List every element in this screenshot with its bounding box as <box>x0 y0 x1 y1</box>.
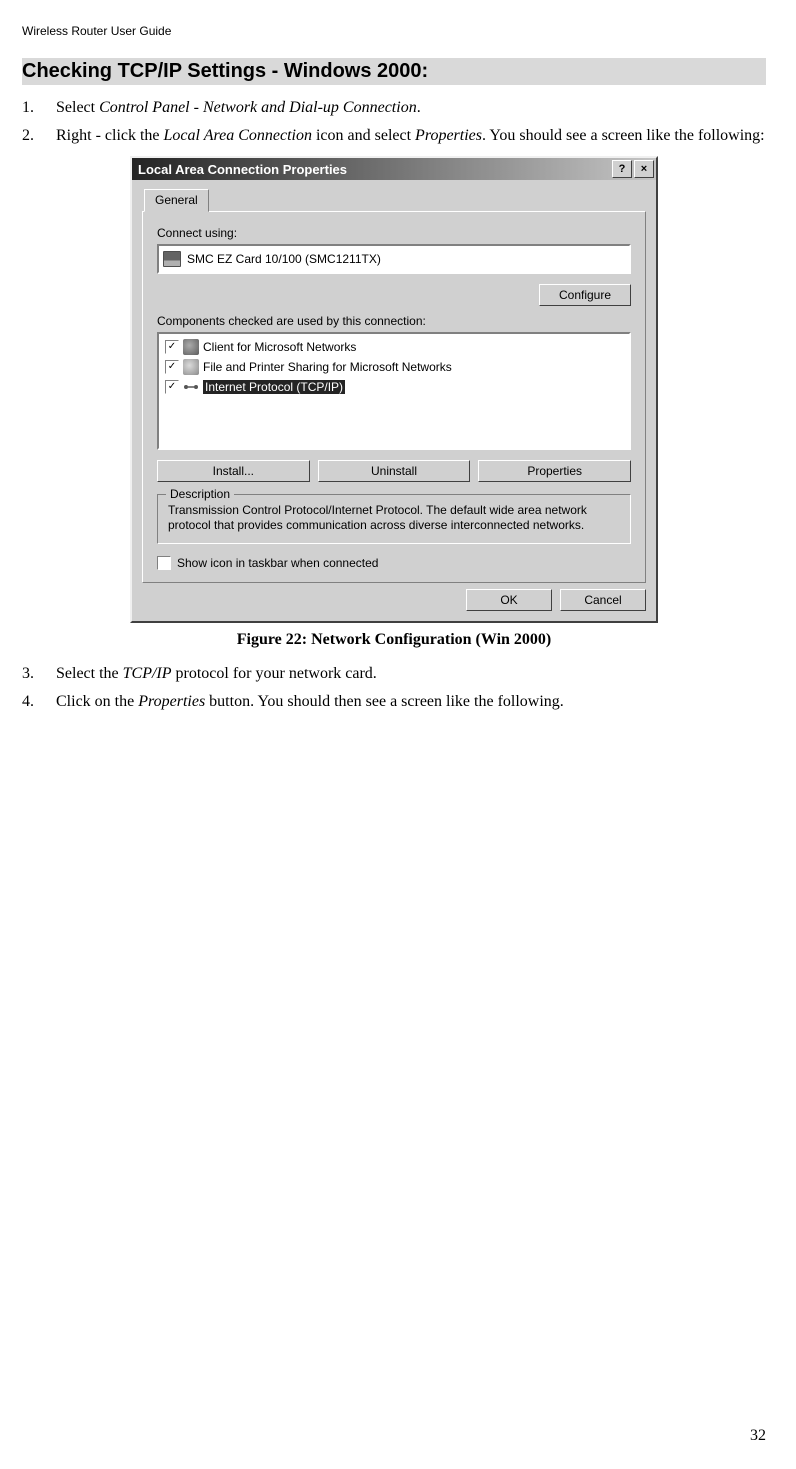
section-heading: Checking TCP/IP Settings - Windows 2000: <box>22 58 766 85</box>
steps-list-continued: 3. Select the TCP/IP protocol for your n… <box>22 663 766 712</box>
component-item-client[interactable]: ✓ Client for Microsoft Networks <box>163 337 625 357</box>
uninstall-button[interactable]: Uninstall <box>318 460 471 482</box>
step-body: Select the TCP/IP protocol for your netw… <box>56 663 766 685</box>
dialog-titlebar[interactable]: Local Area Connection Properties ? × <box>132 158 656 180</box>
step-em: Properties <box>138 693 205 710</box>
sharing-icon <box>183 359 199 375</box>
configure-button[interactable]: Configure <box>539 284 631 306</box>
step-body: Click on the Properties button. You shou… <box>56 691 766 713</box>
tabstrip: General <box>132 180 656 211</box>
component-label: Client for Microsoft Networks <box>203 340 356 354</box>
step-text: Select the <box>56 665 123 682</box>
adapter-name: SMC EZ Card 10/100 (SMC1211TX) <box>187 252 381 266</box>
step-em: Properties <box>415 127 482 144</box>
components-label: Components checked are used by this conn… <box>157 314 631 328</box>
close-icon: × <box>641 164 647 175</box>
component-label: Internet Protocol (TCP/IP) <box>203 380 345 394</box>
show-icon-row: ✓ Show icon in taskbar when connected <box>157 556 631 570</box>
adapter-row: SMC EZ Card 10/100 (SMC1211TX) <box>163 249 625 269</box>
step-4: 4. Click on the Properties button. You s… <box>22 691 766 713</box>
step-marker: 4. <box>22 691 44 713</box>
ok-button[interactable]: OK <box>466 589 552 611</box>
description-groupbox: Description Transmission Control Protoco… <box>157 494 631 544</box>
step-body: Select Control Panel - Network and Dial-… <box>56 97 766 119</box>
question-mark-icon: ? <box>619 164 626 175</box>
close-button[interactable]: × <box>634 160 654 178</box>
step-text: button. You should then see a screen lik… <box>205 693 564 710</box>
component-label: File and Printer Sharing for Microsoft N… <box>203 360 452 374</box>
step-text: . You should see a screen like the follo… <box>482 127 765 144</box>
step-em: Control Panel - Network and Dial-up Conn… <box>99 99 417 116</box>
step-text: Select <box>56 99 99 116</box>
component-item-tcpip[interactable]: ✓ Internet Protocol (TCP/IP) <box>163 377 625 397</box>
configure-row: Configure <box>157 284 631 306</box>
steps-list: 1. Select Control Panel - Network and Di… <box>22 97 766 146</box>
step-marker: 3. <box>22 663 44 685</box>
figure-caption: Figure 22: Network Configuration (Win 20… <box>22 631 766 649</box>
checkbox-checked-icon[interactable]: ✓ <box>165 380 179 394</box>
cancel-button[interactable]: Cancel <box>560 589 646 611</box>
step-2: 2. Right - click the Local Area Connecti… <box>22 125 766 147</box>
checkbox-checked-icon[interactable]: ✓ <box>165 360 179 374</box>
client-icon <box>183 339 199 355</box>
components-listbox[interactable]: ✓ Client for Microsoft Networks ✓ File a… <box>157 332 631 450</box>
step-marker: 2. <box>22 125 44 147</box>
show-icon-label: Show icon in taskbar when connected <box>177 556 378 570</box>
figure-wrap: Local Area Connection Properties ? × Gen… <box>22 156 766 623</box>
step-marker: 1. <box>22 97 44 119</box>
help-button[interactable]: ? <box>612 160 632 178</box>
step-3: 3. Select the TCP/IP protocol for your n… <box>22 663 766 685</box>
checkbox-checked-icon[interactable]: ✓ <box>165 340 179 354</box>
network-adapter-icon <box>163 251 181 267</box>
step-body: Right - click the Local Area Connection … <box>56 125 766 147</box>
connect-using-label: Connect using: <box>157 226 631 240</box>
tab-general[interactable]: General <box>144 189 209 212</box>
install-button[interactable]: Install... <box>157 460 310 482</box>
properties-button[interactable]: Properties <box>478 460 631 482</box>
component-item-file-printer-sharing[interactable]: ✓ File and Printer Sharing for Microsoft… <box>163 357 625 377</box>
running-head: Wireless Router User Guide <box>22 24 766 38</box>
description-legend: Description <box>166 487 234 501</box>
step-em: TCP/IP <box>123 665 172 682</box>
dialog-button-bar: OK Cancel <box>132 589 656 621</box>
adapter-field: SMC EZ Card 10/100 (SMC1211TX) <box>157 244 631 274</box>
checkbox-unchecked-icon[interactable]: ✓ <box>157 556 171 570</box>
protocol-icon <box>183 379 199 395</box>
step-text: Right - click the <box>56 127 164 144</box>
step-text: protocol for your network card. <box>172 665 377 682</box>
step-text: . <box>417 99 421 116</box>
component-buttons-row: Install... Uninstall Properties <box>157 460 631 482</box>
dialog-local-area-connection-properties: Local Area Connection Properties ? × Gen… <box>130 156 658 623</box>
step-text: icon and select <box>312 127 415 144</box>
description-text: Transmission Control Protocol/Internet P… <box>168 503 620 533</box>
document-page: Wireless Router User Guide Checking TCP/… <box>0 0 796 1469</box>
tab-panel-general: Connect using: SMC EZ Card 10/100 (SMC12… <box>142 211 646 583</box>
page-number: 32 <box>750 1427 766 1445</box>
dialog-title: Local Area Connection Properties <box>138 162 347 177</box>
step-text: Click on the <box>56 693 138 710</box>
step-em: Local Area Connection <box>164 127 312 144</box>
step-1: 1. Select Control Panel - Network and Di… <box>22 97 766 119</box>
